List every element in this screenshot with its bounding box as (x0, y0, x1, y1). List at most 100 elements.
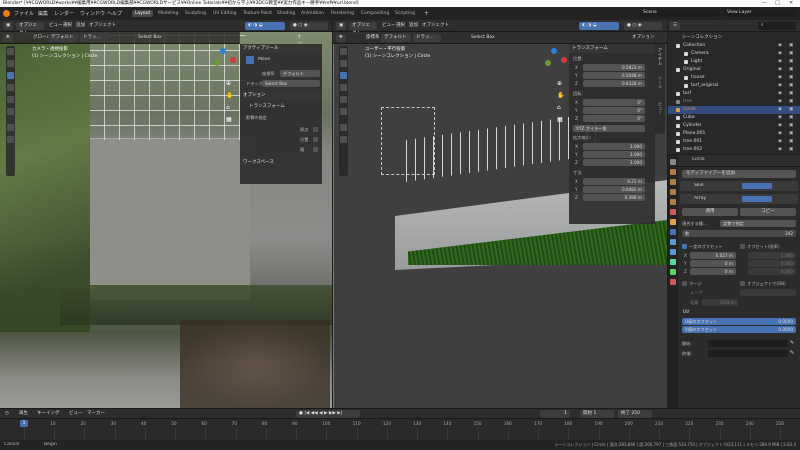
left-pivot-dropdown[interactable]: デフォルト (48, 34, 78, 42)
scale-x-field[interactable]: 1.000 (583, 143, 645, 150)
start-frame-field[interactable]: 開始 1 (580, 410, 614, 418)
sidebar-tab-tool[interactable]: ツール (657, 76, 663, 89)
outliner-row[interactable]: Original ◉ ▣ (668, 66, 800, 74)
gizmo-x-axis[interactable] (230, 57, 236, 63)
uv-panel-header[interactable]: UV (680, 308, 798, 317)
scene-selector[interactable]: Scene (640, 9, 720, 17)
constant-offset-x[interactable]: 0.027 m (690, 252, 736, 259)
uv-offset-u-field[interactable]: U値のオフセット 0.0000 (682, 318, 796, 325)
playback-controls[interactable]: ● |◀ ◀◀ ◀ ▶ ▶▶ ▶| (296, 410, 360, 418)
render-visibility-icon[interactable]: ▣ (789, 58, 793, 66)
outliner-search-input[interactable]: ⌕ (758, 22, 796, 30)
render-visibility-icon[interactable]: ▣ (789, 146, 793, 154)
output-tab-icon[interactable] (670, 179, 676, 185)
rotation-z-field[interactable]: 0° (583, 115, 645, 122)
end-cap-eyedropper-icon[interactable]: ✎ (790, 350, 794, 356)
constant-offset-y[interactable]: 0 m (690, 260, 736, 267)
location-y-field[interactable]: 6.5048 m (583, 72, 645, 79)
tab-scripting[interactable]: Scripting (392, 10, 418, 17)
visibility-eye-icon[interactable]: ◉ (778, 98, 782, 106)
drag-dropdown[interactable]: Select Box (262, 80, 320, 87)
left-zoom-icon[interactable]: ⊕ (226, 80, 231, 87)
left-drag-dropdown[interactable]: ドラッ... (80, 34, 108, 42)
active-tool-panel-header[interactable]: アクティブツール (240, 44, 322, 53)
right-menu-object[interactable]: オブジェクト (419, 22, 452, 30)
sidebar-tab-item[interactable]: アイテム (657, 48, 663, 65)
menu-render[interactable]: レンダー (54, 10, 74, 17)
render-visibility-icon[interactable]: ▣ (789, 90, 793, 98)
maximize-button[interactable]: □ (775, 0, 780, 7)
origin-checkbox[interactable] (313, 127, 318, 132)
dimension-x-field[interactable]: 9.21 m (583, 178, 645, 185)
right-transform-tool[interactable] (340, 108, 347, 115)
render-visibility-icon[interactable]: ▣ (789, 82, 793, 90)
left-shading-buttons[interactable]: ● ○ ◉ (290, 22, 328, 30)
visibility-eye-icon[interactable]: ◉ (778, 138, 782, 146)
count-field[interactable]: 数 342 (682, 230, 796, 237)
menu-window[interactable]: ウィンドウ (80, 10, 105, 17)
left-cursor-tool[interactable] (7, 60, 14, 67)
render-visibility-icon[interactable]: ▣ (789, 66, 793, 74)
left-camera-icon[interactable]: ⌂ (226, 104, 230, 111)
modifier-tab-icon[interactable] (670, 229, 676, 235)
tab-texture-paint[interactable]: Texture Paint (240, 10, 275, 17)
end-frame-field[interactable]: 終了 250 (618, 410, 652, 418)
timeline-menu-keying[interactable]: キーイング (34, 410, 63, 418)
left-annotate-tool[interactable] (7, 124, 14, 131)
rotation-y-field[interactable]: 0° (583, 107, 645, 114)
relative-offset-z[interactable]: 0.000 (748, 268, 796, 275)
visibility-eye-icon[interactable]: ◉ (778, 122, 782, 130)
gizmo-z-axis[interactable] (551, 48, 557, 54)
dimension-z-field[interactable]: 0.398 m (583, 194, 645, 201)
location-x-field[interactable]: 0.5823 m (583, 64, 645, 71)
right-mode-dropdown[interactable]: オブジェクト... (349, 22, 377, 36)
scale-z-field[interactable]: 1.000 (583, 159, 645, 166)
tab-modeling[interactable]: Modeling (155, 10, 181, 17)
outliner-row[interactable]: Camera ◉ ▣ (668, 50, 800, 58)
visibility-eye-icon[interactable]: ◉ (778, 130, 782, 138)
outliner-row[interactable]: Collection ◉ ▣ (668, 42, 800, 50)
right-camera-icon[interactable]: ⌂ (557, 104, 561, 111)
outliner-row[interactable]: house ◉ ▣ (668, 74, 800, 82)
left-mode-dropdown[interactable]: オブジェクト... (16, 22, 44, 36)
merge-checkbox[interactable] (682, 281, 687, 286)
render-visibility-icon[interactable]: ▣ (789, 106, 793, 114)
outliner-row[interactable]: turf ◉ ▣ (668, 90, 800, 98)
skin-visibility-toggles[interactable] (742, 183, 772, 189)
relative-offset-checkbox[interactable] (740, 244, 745, 249)
right-options-button[interactable]: オプション (629, 34, 658, 42)
relative-offset-y[interactable]: 0.000 (748, 260, 796, 267)
render-visibility-icon[interactable]: ▣ (789, 122, 793, 130)
outliner-editor-type-button[interactable]: ☰ (670, 22, 681, 30)
right-annotate-tool[interactable] (340, 124, 347, 131)
left-transform-tool[interactable] (7, 108, 14, 115)
left-menu-object[interactable]: オブジェクト (86, 22, 119, 30)
right-shading-buttons[interactable]: ● ○ ◉ (624, 22, 662, 30)
gizmo-x-axis[interactable] (561, 57, 567, 63)
visibility-eye-icon[interactable]: ◉ (778, 90, 782, 98)
minimize-button[interactable]: — (762, 0, 767, 7)
tab-uv-editing[interactable]: UV Editing (210, 10, 239, 17)
menu-help[interactable]: ヘルプ (107, 10, 122, 17)
render-visibility-icon[interactable]: ▣ (789, 130, 793, 138)
add-workspace-icon[interactable]: + (424, 10, 429, 17)
visibility-eye-icon[interactable]: ◉ (778, 58, 782, 66)
outliner-row[interactable]: Cylinder ◉ ▣ (668, 122, 800, 130)
right-navigation-gizmo[interactable] (541, 46, 569, 74)
start-cap-eyedropper-icon[interactable]: ✎ (790, 340, 794, 346)
visibility-eye-icon[interactable]: ◉ (778, 114, 782, 122)
right-pan-icon[interactable]: ✋ (557, 92, 564, 99)
tool-tab-icon[interactable] (670, 159, 676, 165)
right-select-tool[interactable] (340, 48, 347, 55)
outliner-row[interactable]: tree.002 ◉ ▣ (668, 146, 800, 154)
right-scale-tool[interactable] (340, 96, 347, 103)
right-measure-tool[interactable] (340, 136, 347, 143)
distance-field[interactable]: 0.01 m (702, 299, 738, 306)
gizmo-y-axis[interactable] (545, 60, 551, 66)
right-move-tool-icon[interactable]: ✥ (336, 34, 346, 42)
particles-tab-icon[interactable] (670, 239, 676, 245)
sidebar-tab-view[interactable]: ビュー (657, 102, 663, 115)
visibility-eye-icon[interactable]: ◉ (778, 146, 782, 154)
world-tab-icon[interactable] (670, 209, 676, 215)
menu-edit[interactable]: 編集 (38, 10, 48, 17)
